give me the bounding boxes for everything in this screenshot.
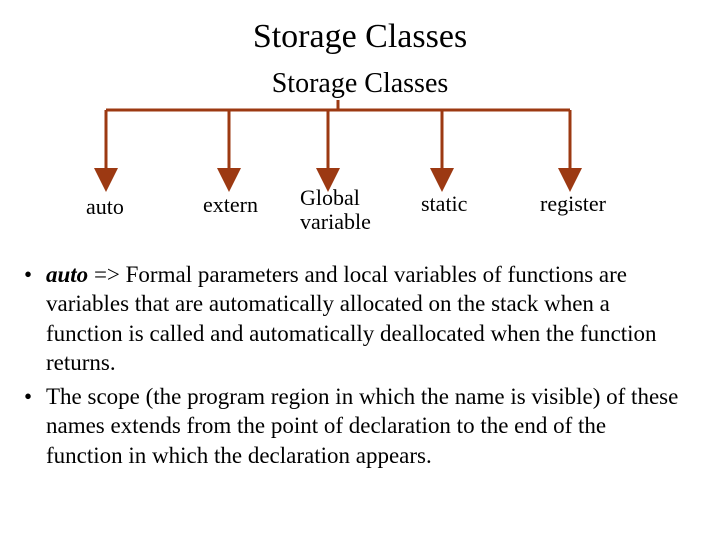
bullet-text: auto => Formal parameters and local vari… [46, 260, 685, 378]
bullet-dot-icon: • [20, 260, 46, 289]
tree-connector [0, 100, 720, 200]
bullet-dot-icon: • [20, 382, 46, 411]
page-title: Storage Classes [0, 18, 720, 56]
list-item: • auto => Formal parameters and local va… [20, 260, 685, 378]
bullet-sep: => [88, 262, 125, 287]
tree-leaf-extern: extern [203, 193, 258, 217]
tree-leaf-static: static [421, 192, 467, 216]
bullet-list: • auto => Formal parameters and local va… [20, 260, 685, 474]
tree-leaf-global: Globalvariable [300, 186, 371, 234]
tree-leaf-register: register [540, 192, 606, 216]
list-item: • The scope (the program region in which… [20, 382, 685, 470]
bullet-keyword: auto [46, 262, 88, 287]
tree-leaf-auto: auto [86, 195, 124, 219]
bullet-text: The scope (the program region in which t… [46, 382, 685, 470]
bullet-body: The scope (the program region in which t… [46, 384, 678, 468]
tree-root-label: Storage Classes [0, 68, 720, 100]
bullet-body: Formal parameters and local variables of… [46, 262, 657, 375]
